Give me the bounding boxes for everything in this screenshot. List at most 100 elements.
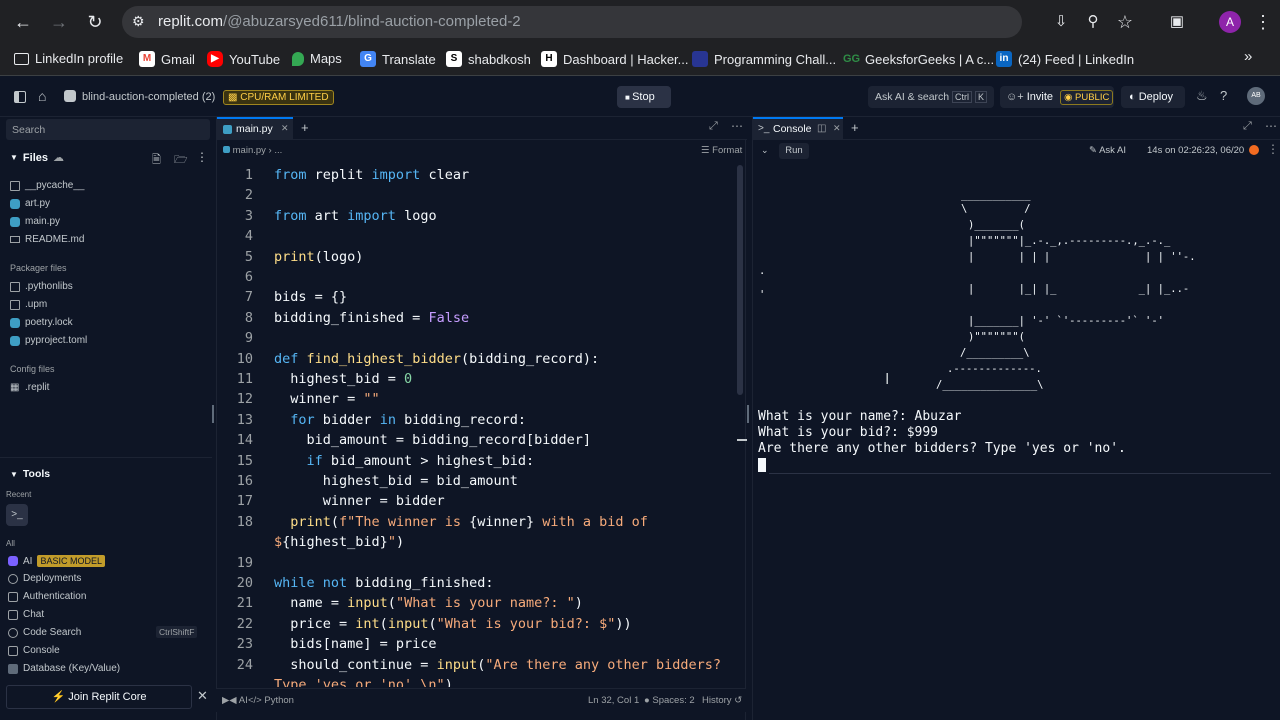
- files-section-header[interactable]: ▼ Files ☁: [10, 151, 64, 165]
- code-line: 10 def find_highest_bidder(bidding_record…: [236, 350, 600, 367]
- search-icon: [8, 627, 18, 638]
- code-area[interactable]: 1 from replit import clear 2 3 from art im…: [217, 165, 737, 687]
- bookmark-programming[interactable]: Programming Chall...: [692, 51, 836, 67]
- menu-kebab-icon[interactable]: ⋮: [1250, 9, 1276, 35]
- console-input-cursor[interactable]: [758, 458, 766, 472]
- extensions-icon[interactable]: ▣: [1164, 9, 1190, 35]
- maximize-icon[interactable]: ⤢: [709, 120, 718, 133]
- new-tab-icon[interactable]: +: [301, 120, 309, 135]
- reload-icon[interactable]: ↻: [82, 9, 108, 35]
- address-bar[interactable]: ⚙ replit.com/@abuzarsyed611/blind-auctio…: [122, 6, 1022, 38]
- chevron-down-icon[interactable]: ⌄: [761, 145, 769, 156]
- bookmark-maps[interactable]: Maps: [292, 51, 342, 66]
- tab-main-py[interactable]: main.py ✕: [217, 117, 293, 140]
- close-icon[interactable]: ✕: [197, 688, 208, 704]
- help-icon[interactable]: ?: [1220, 88, 1227, 103]
- console-tab-bar: >_ Console ◫ ✕ + ⤢ ⋯: [753, 117, 1280, 140]
- bookmark-translate[interactable]: G Translate: [360, 51, 436, 67]
- maximize-icon[interactable]: ⤢: [1243, 120, 1252, 133]
- cursor-position[interactable]: Ln 32, Col 1: [588, 695, 639, 706]
- divider: [0, 457, 212, 458]
- sidebar-resize-handle[interactable]: [212, 405, 214, 423]
- tool-code-search[interactable]: Code Search: [8, 627, 81, 638]
- tool-ai[interactable]: AI BASIC MODEL: [8, 555, 105, 567]
- run-button[interactable]: Run: [779, 143, 809, 159]
- sync-icon: ☁: [53, 152, 64, 164]
- tool-authentication[interactable]: Authentication: [8, 591, 86, 602]
- tools-section-header[interactable]: ▼ Tools: [10, 468, 50, 480]
- language-status[interactable]: </> Python: [248, 695, 294, 706]
- bookmark-star-icon[interactable]: ☆: [1112, 9, 1138, 35]
- ask-ai-search-button[interactable]: Ask AI & search Ctrl K: [868, 86, 994, 108]
- ai-status[interactable]: ▶◀ AI: [222, 695, 248, 706]
- close-tab-icon[interactable]: ✕: [281, 123, 289, 134]
- trash-icon[interactable]: ◫: [817, 123, 826, 134]
- stop-button[interactable]: ■ Stop: [617, 86, 671, 108]
- zoom-icon[interactable]: ⚲: [1080, 9, 1106, 35]
- file-item-readme[interactable]: README.md: [10, 234, 84, 245]
- tool-database[interactable]: Database (Key/Value): [8, 663, 120, 674]
- format-button[interactable]: ☰ Format: [701, 145, 742, 156]
- ask-ai-button[interactable]: ✎ Ask AI: [1089, 145, 1126, 156]
- file-item-pythonlibs[interactable]: .pythonlibs: [10, 281, 73, 292]
- bookmark-hackerrank[interactable]: H Dashboard | Hacker...: [541, 51, 689, 67]
- pane-menu-icon[interactable]: ⋯: [1265, 119, 1277, 133]
- files-menu-icon[interactable]: ⋮: [196, 150, 208, 164]
- bookmark-geeksforgeeks[interactable]: GG GeeksforGeeks | A c...: [843, 51, 994, 67]
- indent-status[interactable]: ● Spaces: 2: [644, 695, 695, 706]
- notifications-bell-icon[interactable]: ♨: [1196, 88, 1208, 104]
- back-icon[interactable]: ←: [10, 9, 36, 35]
- close-tab-icon[interactable]: ✕: [833, 123, 841, 134]
- lightning-icon: ⚡: [51, 691, 69, 703]
- bookmark-linkedin-profile[interactable]: LinkedIn profile: [14, 51, 123, 66]
- install-app-icon[interactable]: ⇩: [1048, 9, 1074, 35]
- file-item-main-py[interactable]: main.py: [10, 216, 60, 227]
- file-item-art-py[interactable]: art.py: [10, 198, 50, 209]
- file-item-pyproject[interactable]: pyproject.toml: [10, 335, 87, 346]
- history-button[interactable]: History ↺: [702, 695, 742, 706]
- recent-console-shell-icon[interactable]: >_: [6, 504, 28, 526]
- ai-sparkle-icon: ✎: [1089, 145, 1100, 156]
- file-item-upm[interactable]: .upm: [10, 299, 47, 310]
- site-settings-icon[interactable]: ⚙: [132, 13, 145, 30]
- sidebar-toggle-icon[interactable]: [14, 91, 26, 103]
- console-menu-icon[interactable]: ⋮: [1267, 142, 1279, 156]
- bookmark-gmail[interactable]: M Gmail: [139, 51, 195, 67]
- profile-avatar[interactable]: A: [1219, 11, 1241, 33]
- pane-menu-icon[interactable]: ⋯: [731, 119, 743, 133]
- more-bookmarks-icon[interactable]: »: [1244, 48, 1252, 65]
- repl-name[interactable]: blind-auction-completed (2): [82, 91, 215, 103]
- format-icon: ☰: [701, 145, 713, 156]
- new-file-icon[interactable]: 🗎: [152, 151, 161, 170]
- bookmark-linkedin-feed[interactable]: in (24) Feed | LinkedIn: [996, 51, 1134, 67]
- code-line: 6: [244, 269, 253, 285]
- tool-console[interactable]: Console: [8, 645, 60, 656]
- editor-scrollbar[interactable]: [737, 165, 743, 395]
- deploy-button[interactable]: ◐ Deploy: [1121, 86, 1185, 108]
- bookmark-shabdkosh[interactable]: Sshabdkosh: [446, 51, 531, 67]
- code-line: 17 winner = bidder: [236, 493, 445, 510]
- console-input-line[interactable]: [769, 473, 1271, 474]
- file-item-replit[interactable]: ▦ .replit: [10, 382, 49, 393]
- tool-chat[interactable]: Chat: [8, 609, 44, 620]
- sidebar-search-input[interactable]: Search: [6, 119, 210, 140]
- text-cursor-icon: I: [885, 371, 890, 388]
- home-icon[interactable]: ⌂: [38, 88, 46, 104]
- eye-icon: ◉: [1064, 92, 1076, 103]
- file-item-pycache[interactable]: __pycache__: [10, 180, 85, 191]
- pane-resize-handle[interactable]: [747, 405, 749, 423]
- join-replit-core-button[interactable]: ⚡ Join Replit Core: [6, 685, 192, 709]
- config-files-header: Config files: [10, 364, 55, 374]
- tool-deployments[interactable]: Deployments: [8, 573, 81, 584]
- new-folder-icon[interactable]: 🗁: [174, 151, 188, 170]
- replit-config-icon: ▦: [10, 381, 20, 393]
- tab-console[interactable]: >_ Console ◫ ✕: [753, 117, 843, 140]
- invite-button[interactable]: ☺+ Invite ◉ PUBLIC: [1000, 86, 1114, 108]
- new-tab-icon[interactable]: +: [851, 120, 859, 135]
- forward-icon[interactable]: →: [46, 9, 72, 35]
- bookmark-youtube[interactable]: ▶ YouTube: [207, 51, 280, 67]
- file-item-poetry-lock[interactable]: poetry.lock: [10, 317, 73, 328]
- user-avatar[interactable]: AB: [1247, 87, 1265, 105]
- recent-header: Recent: [6, 490, 32, 499]
- python-file-icon: [223, 146, 230, 153]
